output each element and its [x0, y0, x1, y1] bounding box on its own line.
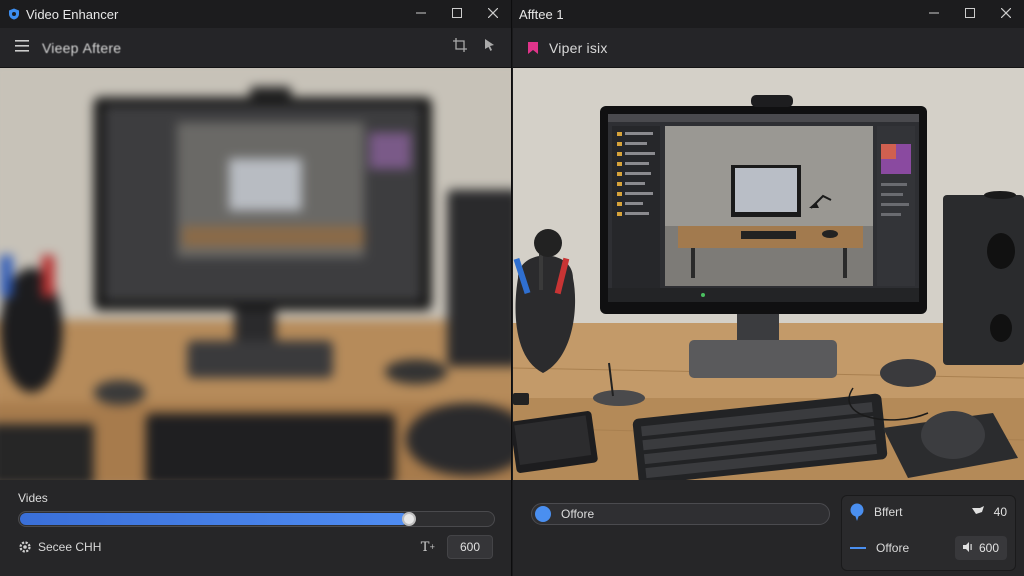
close-button[interactable]: [475, 0, 511, 28]
right-toolbar: Viper isix: [513, 28, 1024, 68]
crop-icon: [453, 38, 467, 57]
toolbar-title: Viеер Aftere: [42, 39, 122, 56]
left-controls: Vides Secee CHH T + 600: [0, 480, 511, 576]
slider-thumb[interactable]: [401, 512, 416, 526]
slider-label: Vides: [18, 491, 48, 505]
menu-button[interactable]: [10, 36, 34, 60]
value-input[interactable]: 600: [447, 535, 493, 559]
close-button[interactable]: [988, 0, 1024, 28]
bookmark-icon: [527, 41, 539, 54]
window-title: Afftee 1: [519, 6, 564, 22]
close-icon: [1000, 5, 1012, 23]
line-marker-icon: [850, 547, 866, 549]
maximize-button[interactable]: [439, 0, 475, 28]
effects-panel: Bffert 40 Offore 600: [841, 495, 1016, 571]
panel-row2-label: Offore: [876, 541, 910, 555]
panel-row2-value-chip[interactable]: 600: [955, 536, 1007, 560]
preview-after: [513, 68, 1024, 480]
maximize-icon: [452, 5, 462, 23]
right-controls: Offore Bffert 40 Offore 600: [513, 480, 1024, 576]
volume-icon: [962, 541, 973, 555]
left-titlebar: Video Enhancer: [0, 0, 511, 28]
hamburger-menu-icon: [15, 39, 29, 57]
right-window: Afftee 1 Viper isix Offore Bffert 40 Off…: [513, 0, 1024, 576]
slider-fill: [20, 513, 408, 525]
minimize-button[interactable]: [916, 0, 952, 28]
panel-row2-value: 600: [978, 541, 1000, 555]
shield-icon: [8, 8, 20, 20]
crop-button[interactable]: [449, 37, 471, 59]
right-titlebar: Afftee 1: [513, 0, 1024, 28]
pointer-button[interactable]: [479, 37, 501, 59]
panel-row1-label: Bffert: [874, 505, 903, 519]
window-title: Video Enhancer: [26, 6, 119, 22]
minimize-icon: [929, 5, 939, 23]
pin-icon: [850, 503, 864, 521]
pointer-icon: [484, 38, 496, 57]
toolbar-title: Viper isix: [549, 39, 608, 56]
panel-row-offore[interactable]: Offore 600: [850, 534, 1007, 562]
preset-field-text: Offore: [561, 507, 595, 521]
minimize-button[interactable]: [403, 0, 439, 28]
preset-color-dot: [535, 506, 551, 522]
preset-field[interactable]: Offore: [531, 503, 830, 525]
settings-label: Secee CHH: [38, 540, 102, 554]
brush-icon[interactable]: [971, 503, 984, 521]
gear-icon[interactable]: [18, 540, 32, 554]
close-icon: [487, 5, 499, 23]
preview-before: [0, 68, 511, 480]
panel-row1-value[interactable]: 40: [994, 505, 1007, 519]
text-size-icon[interactable]: T +: [419, 538, 437, 556]
minimize-icon: [416, 5, 426, 23]
left-window: Video Enhancer Viеер Aftere Vides Secee …: [0, 0, 512, 576]
maximize-button[interactable]: [952, 0, 988, 28]
maximize-icon: [965, 5, 975, 23]
left-toolbar: Viеер Aftere: [0, 28, 511, 68]
panel-row-effect[interactable]: Bffert 40: [850, 498, 1007, 526]
enhancement-slider[interactable]: [18, 511, 495, 527]
